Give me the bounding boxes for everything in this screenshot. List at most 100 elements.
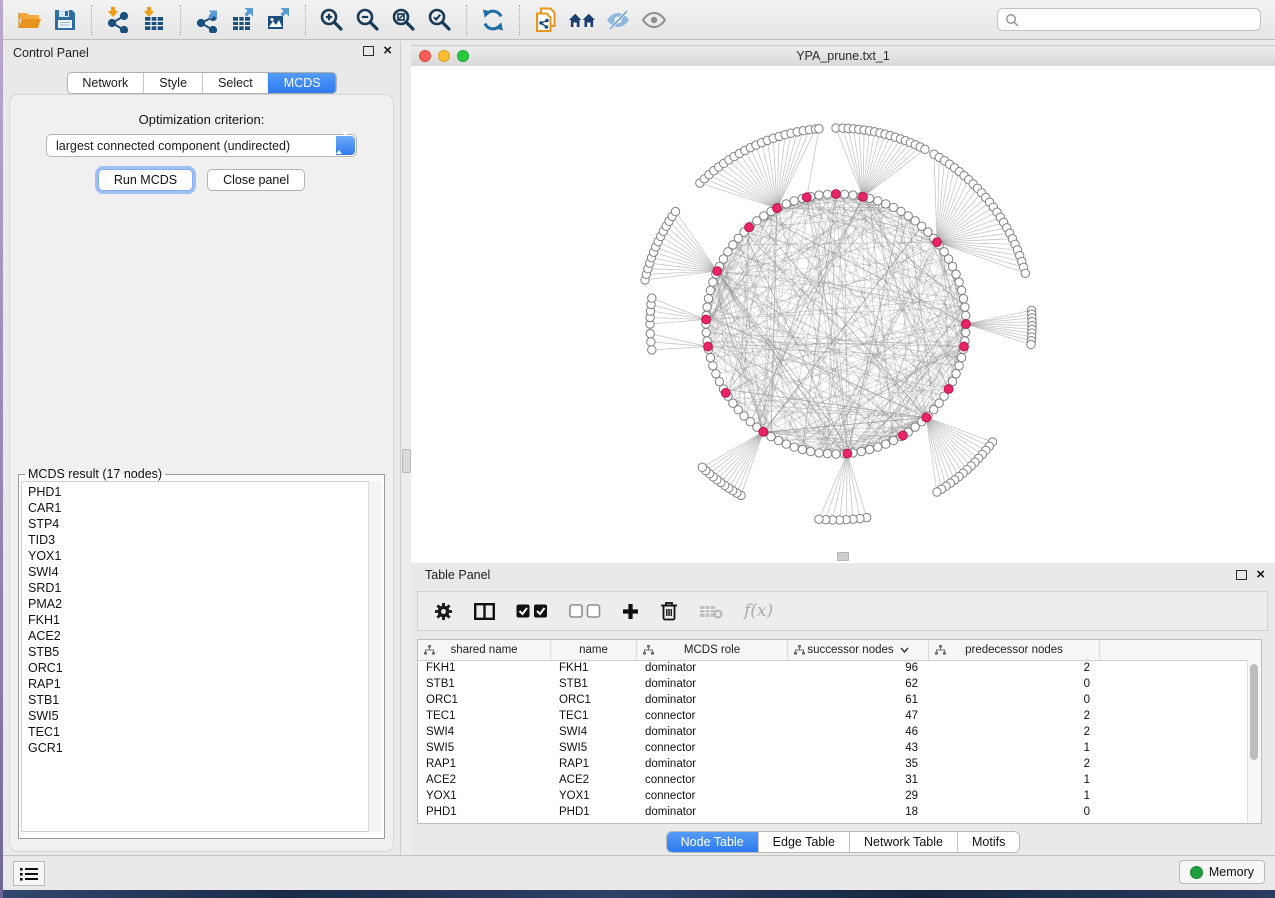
run-mcds-button[interactable]: Run MCDS [98, 169, 193, 191]
mcds-result-item[interactable]: SRD1 [28, 580, 381, 596]
column-header-shared-name[interactable]: shared name [418, 640, 551, 660]
table-row[interactable]: RAP1RAP1dominator352 [418, 756, 1248, 772]
zoom-fit-icon[interactable] [386, 4, 422, 36]
refresh-icon[interactable] [475, 4, 511, 36]
open-folder-icon[interactable] [11, 4, 47, 36]
import-table-icon[interactable] [136, 4, 172, 36]
search-box[interactable] [997, 8, 1261, 31]
export-table-icon[interactable] [225, 4, 261, 36]
dropdown-stepper-icon [336, 136, 355, 155]
mcds-result-item[interactable]: TID3 [28, 532, 381, 548]
save-icon[interactable] [47, 4, 83, 36]
tab-network-table[interactable]: Network Table [849, 832, 957, 852]
import-network-icon[interactable] [100, 4, 136, 36]
float-panel-icon[interactable] [363, 46, 374, 56]
mcds-result-item[interactable]: RAP1 [28, 676, 381, 692]
tab-node-table[interactable]: Node Table [667, 832, 758, 852]
table-cell: 2 [929, 660, 1100, 676]
table-row[interactable]: ORC1ORC1dominator610 [418, 692, 1248, 708]
column-type-icon [643, 645, 654, 655]
show-eye-icon[interactable] [636, 4, 672, 36]
window-zoom-button[interactable] [457, 50, 469, 62]
table-row[interactable]: SWI5SWI5connector431 [418, 740, 1248, 756]
column-header-predecessor-nodes[interactable]: predecessor nodes [929, 640, 1100, 660]
network-canvas[interactable] [411, 66, 1275, 563]
mcds-result-item[interactable]: CAR1 [28, 500, 381, 516]
table-cell: 2 [929, 756, 1100, 772]
zoom-in-icon[interactable] [314, 4, 350, 36]
split-columns-icon[interactable] [474, 603, 495, 620]
close-panel-button[interactable]: Close panel [207, 169, 305, 191]
window-minimize-button[interactable] [438, 50, 450, 62]
toolbar-separator [466, 5, 467, 35]
column-header-name[interactable]: name [551, 640, 637, 660]
criterion-dropdown[interactable]: largest connected component (undirected) [46, 134, 357, 157]
window-close-button[interactable] [419, 50, 431, 62]
mcds-result-item[interactable]: FKH1 [28, 612, 381, 628]
zoom-out-icon[interactable] [350, 4, 386, 36]
mcds-result-item[interactable]: ORC1 [28, 660, 381, 676]
network-graph[interactable] [411, 66, 1275, 563]
table-cell: STB1 [551, 676, 637, 692]
table-row[interactable]: ACE2ACE2connector311 [418, 772, 1248, 788]
mcds-result-item[interactable]: SWI5 [28, 708, 381, 724]
delete-column-icon[interactable] [660, 601, 678, 621]
status-bar: Memory [3, 855, 1275, 890]
mcds-result-item[interactable]: GCR1 [28, 740, 381, 756]
memory-button[interactable]: Memory [1179, 860, 1265, 884]
mcds-result-item[interactable]: ACE2 [28, 628, 381, 644]
close-panel-icon[interactable]: × [383, 46, 392, 56]
float-table-panel-icon[interactable] [1236, 570, 1247, 580]
table-row[interactable]: FKH1FKH1dominator962 [418, 660, 1248, 676]
tab-style[interactable]: Style [143, 73, 202, 93]
clone-network-icon[interactable] [528, 4, 564, 36]
mcds-result-item[interactable]: PMA2 [28, 596, 381, 612]
mcds-list-scrollbar[interactable] [368, 481, 382, 832]
tab-network[interactable]: Network [67, 73, 143, 93]
panel-selector-button[interactable] [13, 861, 45, 886]
table-scrollbar-thumb[interactable] [1250, 664, 1258, 760]
hide-eye-icon[interactable] [600, 4, 636, 36]
add-column-icon[interactable] [622, 603, 639, 620]
mcds-result-item[interactable]: YOX1 [28, 548, 381, 564]
tab-edge-table[interactable]: Edge Table [758, 832, 849, 852]
column-header-successor-nodes[interactable]: successor nodes [788, 640, 929, 660]
tab-motifs[interactable]: Motifs [957, 832, 1019, 852]
select-all-columns-icon[interactable] [516, 604, 548, 618]
double-home-icon[interactable] [564, 4, 600, 36]
table-cell: 31 [788, 772, 929, 788]
sort-chevron-down-icon[interactable] [900, 647, 909, 653]
mcds-result-item[interactable]: STP4 [28, 516, 381, 532]
mcds-result-item[interactable]: SWI4 [28, 564, 381, 580]
table-row[interactable]: YOX1YOX1connector291 [418, 788, 1248, 804]
table-cell: dominator [637, 676, 788, 692]
table-scrollbar[interactable] [1247, 660, 1261, 823]
export-network-icon[interactable] [189, 4, 225, 36]
search-input[interactable] [1024, 12, 1253, 28]
column-header-mcds-role[interactable]: MCDS role [637, 640, 788, 660]
mcds-result-item[interactable]: STB5 [28, 644, 381, 660]
zoom-selected-icon[interactable] [422, 4, 458, 36]
table-row[interactable]: TEC1TEC1connector472 [418, 708, 1248, 724]
table-cell: dominator [637, 724, 788, 740]
desktop-wallpaper-left [0, 0, 3, 898]
table-row[interactable]: STB1STB1dominator620 [418, 676, 1248, 692]
table-cell: PHD1 [418, 804, 551, 820]
splitter-handle[interactable] [402, 449, 411, 473]
mcds-result-item[interactable]: STB1 [28, 692, 381, 708]
table-cell: FKH1 [551, 660, 637, 676]
mcds-result-item[interactable]: PHD1 [28, 484, 381, 500]
column-type-icon [424, 645, 435, 655]
tab-select[interactable]: Select [202, 73, 268, 93]
network-window-titlebar[interactable]: YPA_prune.txt_1 [411, 45, 1275, 67]
pane-divider-handle[interactable] [837, 552, 849, 561]
close-table-panel-icon[interactable]: × [1256, 570, 1265, 580]
table-cell: TEC1 [418, 708, 551, 724]
gear-icon[interactable] [434, 602, 453, 621]
tab-mcds[interactable]: MCDS [268, 73, 336, 93]
unselect-all-columns-icon[interactable] [569, 604, 601, 618]
mcds-result-item[interactable]: TEC1 [28, 724, 381, 740]
table-row[interactable]: SWI4SWI4dominator462 [418, 724, 1248, 740]
table-row[interactable]: PHD1PHD1dominator180 [418, 804, 1248, 820]
export-image-icon[interactable] [261, 4, 297, 36]
